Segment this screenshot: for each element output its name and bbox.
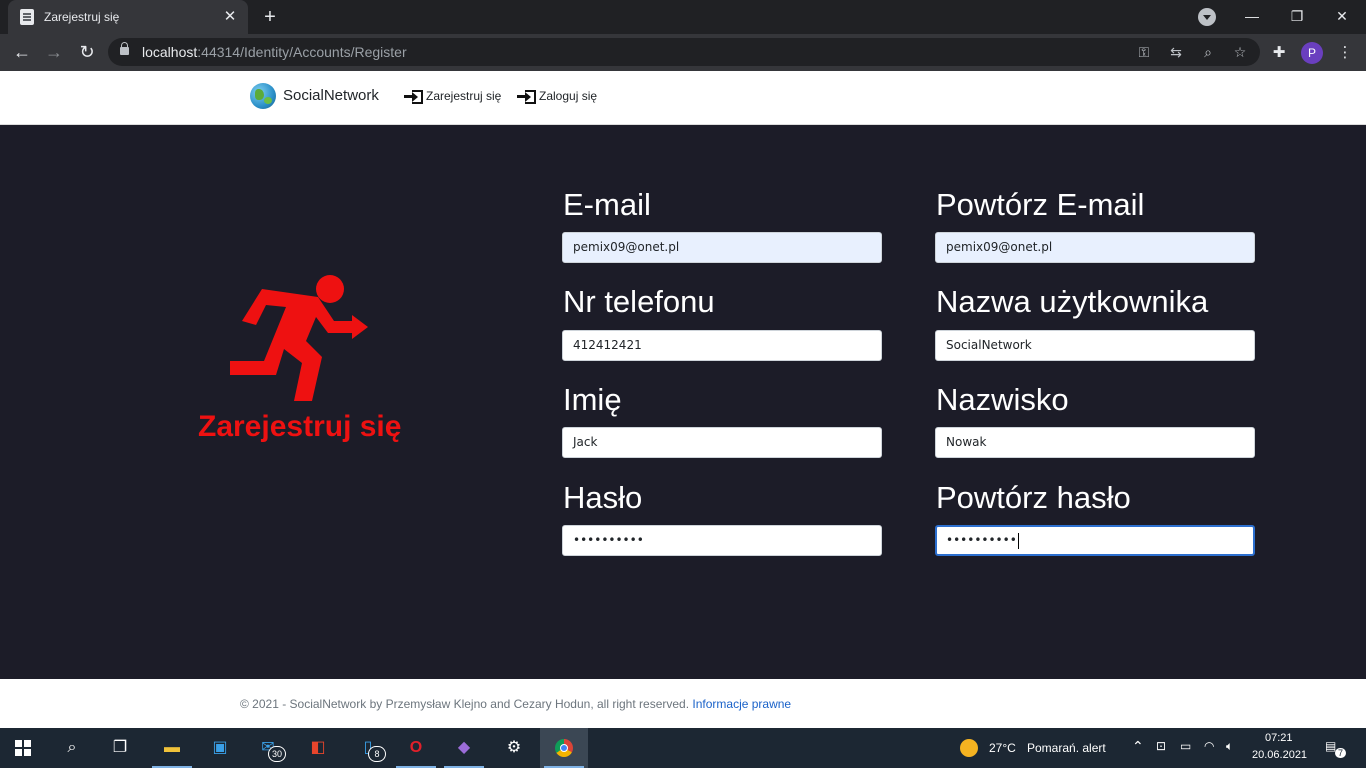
nav-login-label: Zaloguj się — [539, 89, 598, 104]
legal-info-link[interactable]: Informacje prawne — [692, 697, 791, 711]
email-confirm-label: Powtórz E-mail — [936, 187, 1145, 222]
profile-avatar[interactable]: P — [1301, 42, 1323, 64]
taskbar-office[interactable]: ◧ — [294, 728, 342, 768]
task-view-button[interactable]: ❐ — [96, 728, 144, 768]
start-button[interactable] — [0, 728, 48, 768]
battery-icon[interactable]: ▭ — [1180, 739, 1191, 753]
email-confirm-field[interactable]: pemix09@onet.pl — [935, 232, 1255, 263]
minimize-button[interactable]: — — [1230, 0, 1274, 34]
nav-register-link[interactable]: Zarejestruj się — [403, 89, 501, 109]
gear-icon: ⚙ — [506, 739, 522, 756]
taskbar-chrome[interactable] — [540, 728, 588, 768]
clock-time[interactable]: 07:21 — [1265, 732, 1293, 744]
bookmark-star-icon[interactable]: ☆ — [1230, 42, 1250, 62]
username-label: Nazwa użytkownika — [936, 284, 1209, 319]
globe-icon[interactable] — [250, 83, 276, 109]
forward-arrow-icon[interactable]: → — [40, 38, 68, 66]
task-view-icon: ❐ — [112, 739, 128, 756]
taskbar-opera[interactable]: O — [392, 728, 440, 768]
notifications-count: 7 — [1335, 748, 1347, 758]
windows-taskbar: ⌕ ❐ ▬ ▣ ✉ 30 ◧ ▯ 8 O ◆ ⚙ 27°C Pomarań. ale… — [0, 728, 1366, 768]
volume-icon[interactable]: 🔈︎ — [1226, 739, 1233, 754]
site-footer: © 2021 - SocialNetwork by Przemysław Kle… — [0, 679, 1366, 728]
tab-search-icon[interactable] — [1198, 8, 1216, 26]
enter-arrow-icon — [516, 89, 536, 105]
close-window-button[interactable]: ✕ — [1320, 0, 1364, 34]
taskbar-phone[interactable]: ▯ 8 — [344, 728, 392, 768]
zoom-icon[interactable]: ⌕ — [1198, 42, 1218, 62]
key-icon[interactable]: ⚿ — [1134, 42, 1154, 62]
mail-count-badge: 30 — [268, 746, 286, 762]
brand-link[interactable]: SocialNetwork — [283, 87, 379, 104]
taskbar-store[interactable]: ▣ — [196, 728, 244, 768]
tab-close-icon[interactable]: ✕ — [220, 7, 240, 27]
browser-tab-strip: Zarejestruj się ✕ + — ❐ ✕ — [0, 0, 1366, 34]
password-confirm-label: Powtórz hasło — [936, 480, 1131, 515]
weather-alert[interactable]: Pomarań. alert — [1027, 741, 1106, 755]
weather-sun-icon[interactable] — [960, 739, 978, 757]
lock-icon[interactable] — [120, 42, 129, 55]
browser-tab[interactable]: Zarejestruj się ✕ — [8, 0, 248, 34]
last-name-field[interactable]: Nowak — [935, 427, 1255, 458]
password-field[interactable]: •••••••••• — [562, 525, 882, 556]
taskbar-mail[interactable]: ✉ 30 — [244, 728, 292, 768]
tab-title: Zarejestruj się — [44, 10, 120, 24]
enter-arrow-icon — [403, 89, 423, 105]
taskbar-visual-studio[interactable]: ◆ — [440, 728, 488, 768]
restore-button[interactable]: ❐ — [1275, 0, 1319, 34]
new-tab-button[interactable]: + — [258, 5, 282, 29]
menu-kebab-icon[interactable]: ⋮ — [1334, 42, 1356, 64]
url-path: :44314/Identity/Accounts/Register — [197, 44, 407, 60]
clock-date[interactable]: 20.06.2021 — [1252, 749, 1307, 761]
store-bag-icon: ▣ — [212, 739, 228, 756]
folder-icon: ▬ — [164, 739, 180, 756]
visual-studio-icon: ◆ — [457, 739, 471, 756]
site-navbar: SocialNetwork Zarejestruj się Zaloguj si… — [0, 71, 1366, 125]
nav-register-label: Zarejestruj się — [426, 89, 502, 104]
taskbar-settings[interactable]: ⚙ — [490, 728, 538, 768]
address-toolbar: ← → ↻ localhost:44314/Identity/Accounts/… — [0, 34, 1366, 71]
running-man-exit-icon — [230, 275, 368, 401]
text-caret — [1017, 532, 1019, 549]
meet-now-icon[interactable]: ⊡ — [1156, 739, 1166, 753]
url-text[interactable]: localhost:44314/Identity/Accounts/Regist… — [142, 44, 407, 60]
nav-login-link[interactable]: Zaloguj się — [516, 89, 597, 109]
first-name-label: Imię — [563, 382, 622, 417]
extensions-puzzle-icon[interactable]: ✚ — [1268, 42, 1290, 64]
phone-field[interactable]: 412412421 — [562, 330, 882, 361]
wifi-icon[interactable]: ◠ — [1204, 739, 1214, 753]
first-name-field[interactable]: Jack — [562, 427, 882, 458]
url-host: localhost — [142, 44, 198, 60]
chrome-icon — [554, 738, 574, 758]
password-label: Hasło — [563, 480, 643, 515]
register-section: Zarejestruj się E-mail pemix09@onet.pl N… — [0, 125, 1366, 679]
chevron-up-icon[interactable]: ⌃ — [1132, 738, 1144, 755]
taskbar-file-explorer[interactable]: ▬ — [148, 728, 196, 768]
translate-icon[interactable]: ⇆ — [1166, 42, 1186, 62]
hero-title: Zarejestruj się — [198, 410, 402, 443]
office-icon: ◧ — [310, 739, 326, 756]
search-icon: ⌕ — [67, 739, 77, 756]
username-field[interactable]: SocialNetwork — [935, 330, 1255, 361]
back-arrow-icon[interactable]: ← — [8, 38, 36, 66]
email-label: E-mail — [563, 187, 651, 222]
windows-logo-icon — [15, 740, 31, 756]
page-favicon-icon — [20, 9, 34, 25]
weather-temp[interactable]: 27°C — [989, 741, 1016, 755]
phone-count-badge: 8 — [368, 746, 386, 762]
footer-text: © 2021 - SocialNetwork by Przemysław Kle… — [240, 697, 791, 711]
address-bar[interactable]: localhost:44314/Identity/Accounts/Regist… — [108, 38, 1260, 66]
phone-label: Nr telefonu — [563, 284, 715, 319]
search-button[interactable]: ⌕ — [48, 728, 96, 768]
email-field[interactable]: pemix09@onet.pl — [562, 232, 882, 263]
password-confirm-field[interactable]: •••••••••• — [935, 525, 1255, 556]
copyright-text: © 2021 - SocialNetwork by Przemysław Kle… — [240, 697, 690, 711]
opera-icon: O — [409, 739, 423, 756]
last-name-label: Nazwisko — [936, 382, 1069, 417]
reload-icon[interactable]: ↻ — [73, 38, 101, 66]
password-confirm-value: •••••••••• — [946, 533, 1017, 547]
